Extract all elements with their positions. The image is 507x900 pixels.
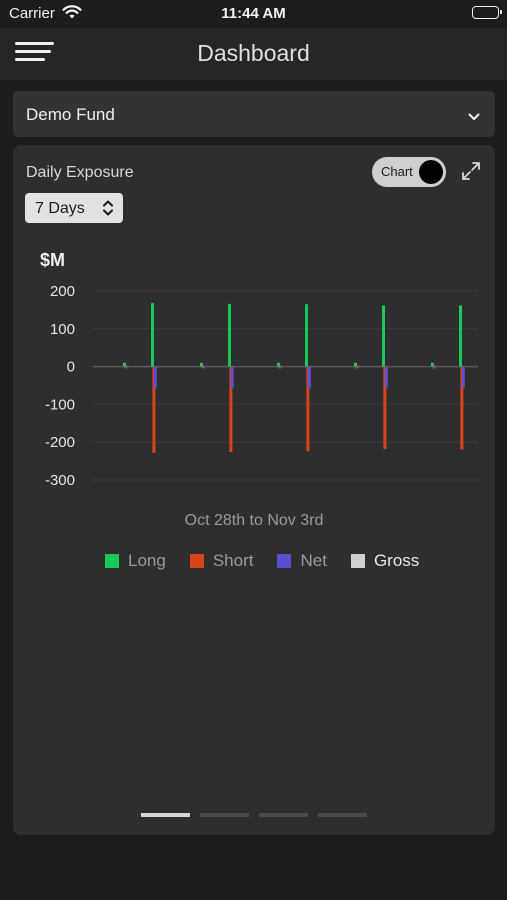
legend-label: Long bbox=[128, 551, 166, 570]
exposure-bar-chart: 200 100 0 -100 -200 -300 bbox=[45, 283, 478, 489]
y-tick-label: -100 bbox=[45, 396, 75, 413]
legend-swatch bbox=[350, 554, 365, 568]
page-dot[interactable] bbox=[318, 813, 367, 817]
bar-long bbox=[354, 362, 357, 367]
daily-exposure-card: Daily Exposure 7 Days Chart $M 200 100 0 -1… bbox=[13, 145, 495, 835]
bar-short bbox=[201, 366, 205, 369]
bar-net bbox=[153, 366, 157, 389]
legend-label: Short bbox=[212, 551, 254, 570]
toggle-knob bbox=[419, 160, 443, 184]
bar-long bbox=[431, 362, 434, 367]
bar-long bbox=[277, 362, 280, 367]
page-dot[interactable] bbox=[200, 813, 249, 817]
nav-bar: Dashboard bbox=[0, 28, 507, 80]
legend-label: Gross bbox=[373, 551, 420, 570]
y-tick-label: -200 bbox=[45, 434, 75, 451]
chart-legend: Long Short Net Gross bbox=[105, 550, 443, 572]
clock: 11:44 AM bbox=[221, 5, 286, 22]
legend-item-short[interactable]: Short bbox=[189, 551, 254, 571]
bar-net bbox=[279, 365, 283, 367]
bar-short bbox=[278, 366, 282, 369]
legend-swatch bbox=[277, 554, 292, 568]
page-dot[interactable] bbox=[141, 813, 190, 817]
bar-long bbox=[200, 362, 203, 367]
bar-short bbox=[355, 366, 359, 369]
bar-short bbox=[432, 366, 436, 369]
fund-selector[interactable]: Demo Fund bbox=[13, 91, 495, 137]
bar-net bbox=[125, 365, 129, 367]
bar-long bbox=[305, 304, 308, 367]
bar-long bbox=[459, 305, 462, 367]
chevron-down-icon bbox=[468, 108, 480, 126]
bar-long bbox=[123, 362, 126, 367]
y-tick-label: 0 bbox=[67, 359, 75, 376]
y-tick-label: 200 bbox=[50, 283, 75, 300]
bar-long bbox=[382, 305, 385, 367]
bar-short bbox=[124, 366, 128, 369]
up-down-chevron-icon bbox=[102, 199, 114, 222]
chart-view-toggle[interactable]: Chart bbox=[372, 157, 446, 187]
bar-net bbox=[461, 366, 465, 388]
y-tick-label: -300 bbox=[45, 472, 75, 489]
period-selector-value: 7 Days bbox=[35, 200, 85, 217]
page-indicator bbox=[141, 813, 377, 817]
legend-item-long[interactable]: Long bbox=[105, 551, 166, 571]
expand-arrows-icon[interactable] bbox=[459, 159, 483, 183]
bar-net bbox=[384, 366, 388, 388]
card-title: Daily Exposure bbox=[26, 164, 134, 181]
legend-item-net[interactable]: Net bbox=[277, 551, 327, 571]
bar-net bbox=[307, 366, 311, 389]
chart-date-range: Oct 28th to Nov 3rd bbox=[184, 512, 324, 529]
bar-net bbox=[433, 365, 437, 367]
bar-long bbox=[228, 303, 231, 367]
bar-long bbox=[151, 303, 154, 367]
chart-unit-label: $M bbox=[40, 250, 66, 270]
bar-net bbox=[356, 365, 360, 367]
fund-selector-value: Demo Fund bbox=[26, 105, 115, 124]
battery-icon bbox=[472, 6, 502, 19]
legend-label: Net bbox=[300, 551, 327, 570]
toggle-label: Chart bbox=[381, 164, 413, 179]
bar-net bbox=[202, 365, 206, 367]
legend-item-gross[interactable]: Gross bbox=[350, 551, 420, 571]
page-dot[interactable] bbox=[259, 813, 308, 817]
bar-net bbox=[230, 366, 234, 389]
status-bar: Carrier 11:44 AM bbox=[0, 0, 507, 28]
page-title: Dashboard bbox=[197, 40, 310, 66]
y-tick-label: 100 bbox=[50, 321, 75, 338]
legend-swatch bbox=[105, 554, 119, 568]
period-selector[interactable]: 7 Days bbox=[25, 193, 123, 223]
legend-swatch bbox=[189, 554, 204, 568]
